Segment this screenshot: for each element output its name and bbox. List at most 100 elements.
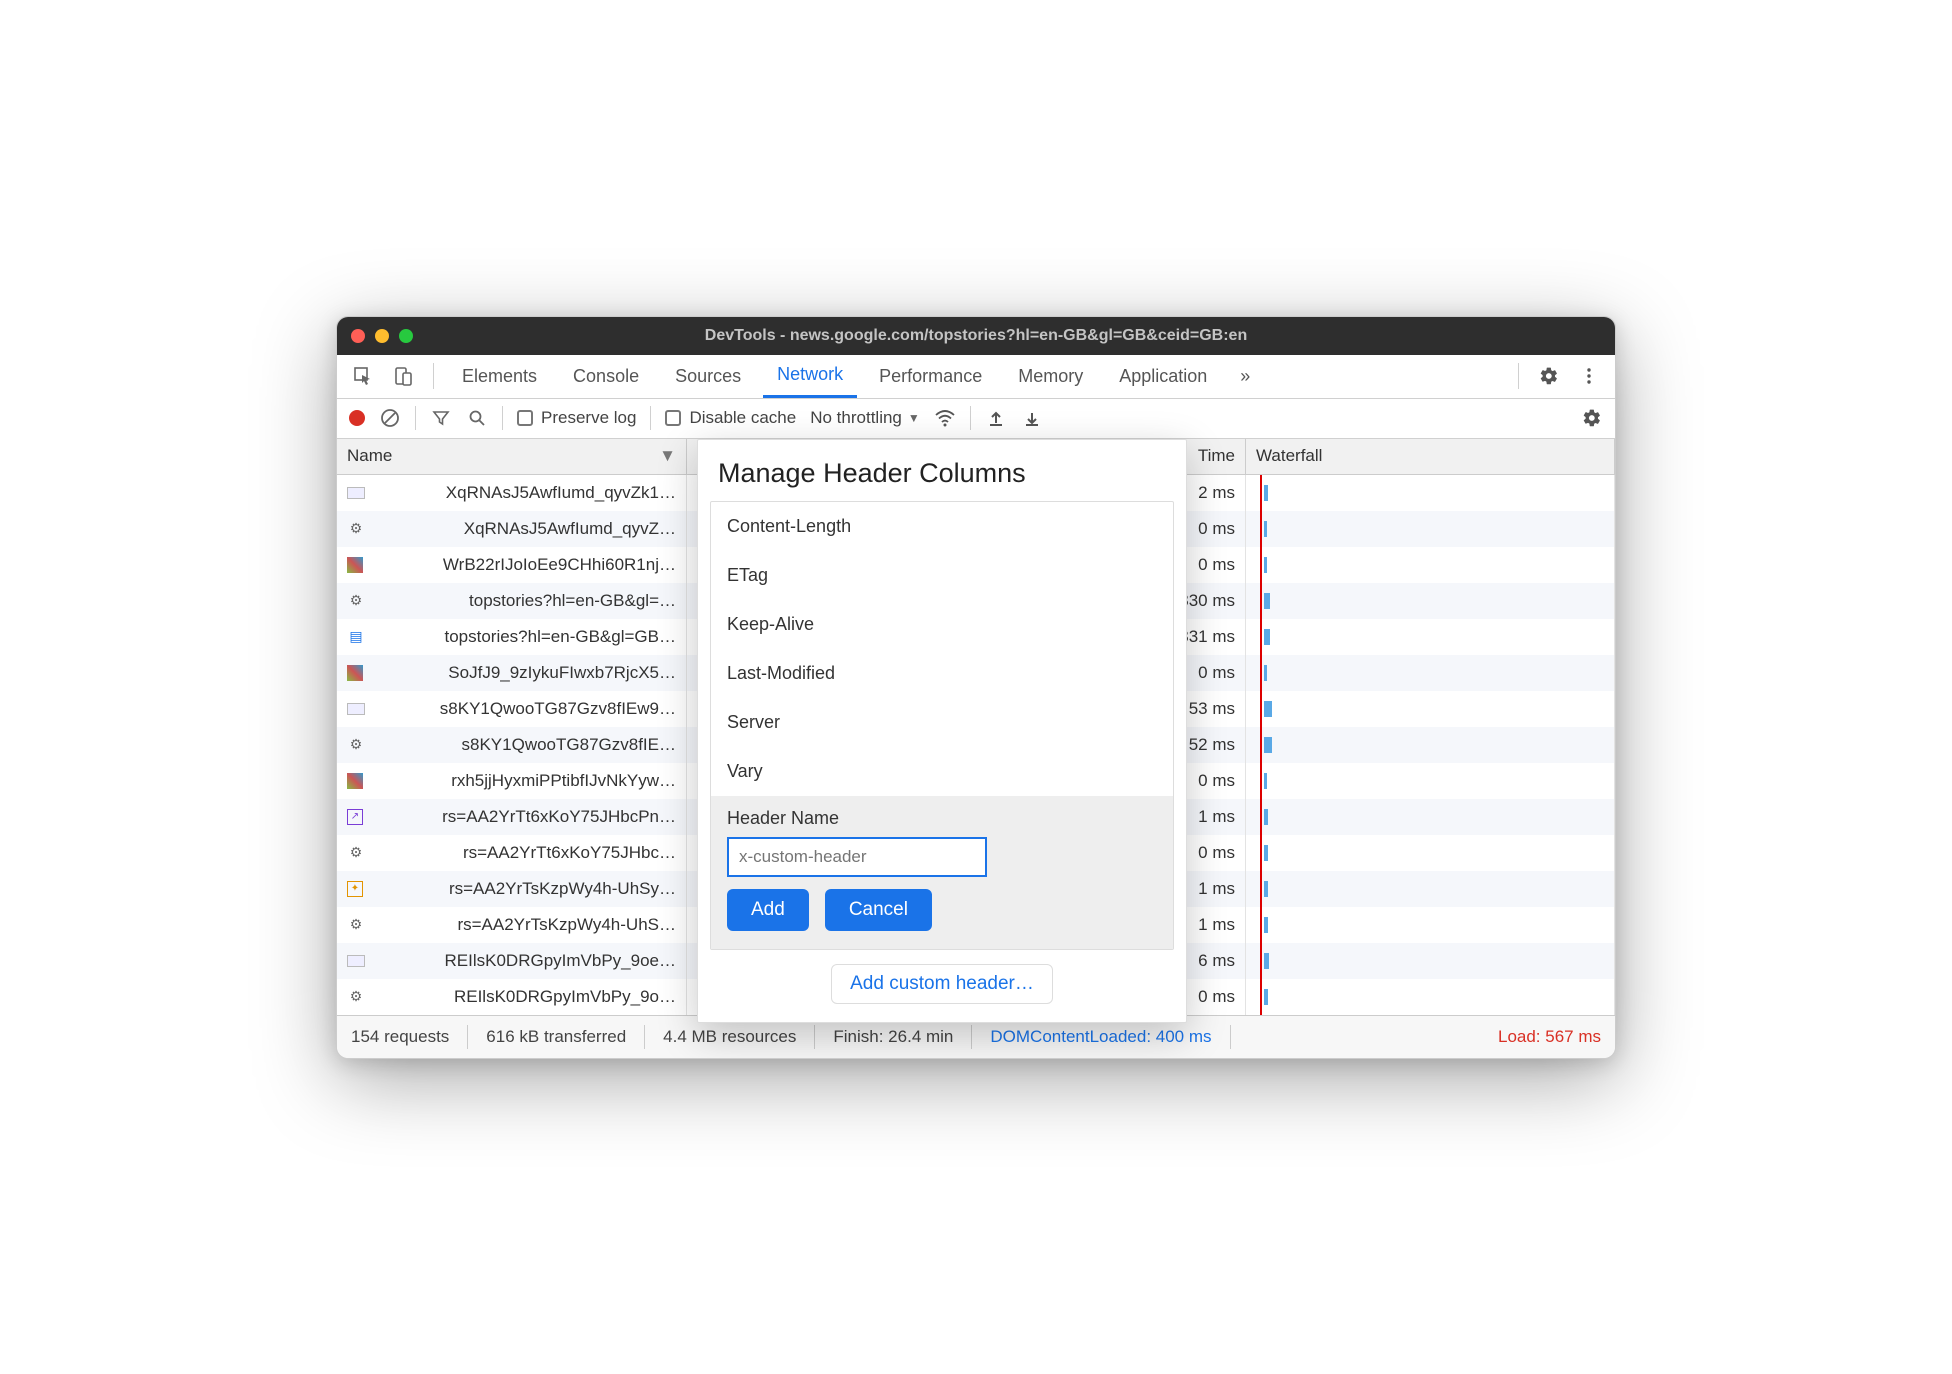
waterfall-marker	[1260, 835, 1262, 871]
preserve-log-label: Preserve log	[541, 408, 636, 428]
separator	[814, 1025, 815, 1049]
request-name: rxh5jjHyxmiPPtibfIJvNkYyw…	[451, 771, 676, 791]
window-title: DevTools - news.google.com/topstories?hl…	[337, 327, 1615, 345]
custom-header-label: Header Name	[727, 808, 1157, 829]
request-time: 6 ms	[1198, 951, 1235, 971]
preserve-log-checkbox[interactable]: Preserve log	[517, 408, 636, 428]
waterfall-marker	[1260, 691, 1262, 727]
cancel-button[interactable]: Cancel	[825, 889, 932, 931]
column-time-label: Time	[1198, 446, 1235, 466]
waterfall-bar	[1264, 845, 1268, 861]
network-settings-icon[interactable]	[1581, 407, 1603, 429]
tab-console[interactable]: Console	[559, 355, 653, 398]
checkbox-icon	[517, 410, 533, 426]
request-time: 330 ms	[1179, 591, 1235, 611]
download-icon[interactable]	[1021, 407, 1043, 429]
throttling-value: No throttling	[810, 408, 902, 428]
waterfall-marker	[1260, 655, 1262, 691]
request-name: XqRNAsJ5AwfIumd_qyvZ…	[464, 519, 676, 539]
separator	[415, 406, 416, 430]
settings-icon[interactable]	[1533, 360, 1565, 392]
close-window-button[interactable]	[351, 329, 365, 343]
waterfall-marker	[1260, 583, 1262, 619]
request-time: 52 ms	[1189, 735, 1235, 755]
separator	[433, 363, 434, 389]
custom-header-input[interactable]	[727, 837, 987, 877]
request-time: 1 ms	[1198, 879, 1235, 899]
status-resources: 4.4 MB resources	[663, 1027, 796, 1047]
inspect-icon[interactable]	[347, 360, 379, 392]
network-toolbar: Preserve log Disable cache No throttling…	[337, 399, 1615, 439]
maximize-window-button[interactable]	[399, 329, 413, 343]
clear-icon[interactable]	[379, 407, 401, 429]
checkbox-icon	[665, 410, 681, 426]
tab-performance[interactable]: Performance	[865, 355, 996, 398]
record-button[interactable]	[349, 410, 365, 426]
disable-cache-checkbox[interactable]: Disable cache	[665, 408, 796, 428]
tab-memory[interactable]: Memory	[1004, 355, 1097, 398]
request-time: 0 ms	[1198, 771, 1235, 791]
tab-sources[interactable]: Sources	[661, 355, 755, 398]
waterfall-marker	[1260, 511, 1262, 547]
waterfall-marker	[1260, 763, 1262, 799]
column-name[interactable]: Name ▼	[337, 439, 687, 474]
request-time: 0 ms	[1198, 987, 1235, 1007]
add-custom-header-link[interactable]: Add custom header…	[831, 964, 1053, 1004]
header-item[interactable]: Keep-Alive	[711, 600, 1173, 649]
chevron-down-icon: ▼	[908, 411, 920, 425]
tab-application[interactable]: Application	[1105, 355, 1221, 398]
tab-network[interactable]: Network	[763, 355, 857, 398]
wifi-icon[interactable]	[934, 407, 956, 429]
main-tabs: Elements Console Sources Network Perform…	[337, 355, 1615, 399]
add-button[interactable]: Add	[727, 889, 809, 931]
separator	[970, 406, 971, 430]
window-controls	[351, 329, 413, 343]
request-name: rs=AA2YrTt6xKoY75JHbc…	[463, 843, 676, 863]
waterfall-bar	[1264, 881, 1268, 897]
waterfall-bar	[1264, 593, 1270, 609]
request-name: XqRNAsJ5AwfIumd_qyvZk1…	[446, 483, 676, 503]
devtools-window: DevTools - news.google.com/topstories?hl…	[336, 316, 1616, 1059]
separator	[650, 406, 651, 430]
upload-icon[interactable]	[985, 407, 1007, 429]
waterfall-marker	[1260, 619, 1262, 655]
request-name: s8KY1QwooTG87Gzv8fIEw9…	[440, 699, 676, 719]
waterfall-bar	[1264, 953, 1269, 969]
waterfall-marker	[1260, 907, 1262, 943]
filter-icon[interactable]	[430, 407, 452, 429]
request-name: topstories?hl=en-GB&gl=GB…	[444, 627, 676, 647]
separator	[1518, 363, 1519, 389]
header-item[interactable]: Server	[711, 698, 1173, 747]
waterfall-marker	[1260, 547, 1262, 583]
waterfall-bar	[1264, 737, 1272, 753]
separator	[1230, 1025, 1231, 1049]
manage-header-columns-popup: Manage Header Columns Content-LengthETag…	[697, 439, 1187, 1023]
device-toggle-icon[interactable]	[387, 360, 419, 392]
column-waterfall[interactable]: Waterfall	[1246, 439, 1615, 474]
header-item[interactable]: Vary	[711, 747, 1173, 796]
more-tabs-icon[interactable]: »	[1229, 360, 1261, 392]
waterfall-bar	[1264, 485, 1268, 501]
header-item[interactable]: ETag	[711, 551, 1173, 600]
header-item[interactable]: Content-Length	[711, 502, 1173, 551]
status-load: Load: 567 ms	[1498, 1027, 1601, 1047]
status-finish: Finish: 26.4 min	[833, 1027, 953, 1047]
tab-elements[interactable]: Elements	[448, 355, 551, 398]
header-item[interactable]: Last-Modified	[711, 649, 1173, 698]
network-grid: Name ▼ St Time Waterfall XqRNAsJ5AwfIumd…	[337, 439, 1615, 1016]
waterfall-marker	[1260, 979, 1262, 1015]
request-name: REIlsK0DRGpyImVbPy_9oe…	[445, 951, 676, 971]
header-list: Content-LengthETagKeep-AliveLast-Modifie…	[710, 501, 1174, 950]
waterfall-bar	[1264, 557, 1267, 573]
request-name: rs=AA2YrTsKzpWy4h-UhS…	[457, 915, 676, 935]
request-name: rs=AA2YrTt6xKoY75JHbcPn…	[442, 807, 676, 827]
request-time: 1 ms	[1198, 807, 1235, 827]
separator	[971, 1025, 972, 1049]
search-icon[interactable]	[466, 407, 488, 429]
kebab-menu-icon[interactable]	[1573, 360, 1605, 392]
minimize-window-button[interactable]	[375, 329, 389, 343]
waterfall-bar	[1264, 773, 1267, 789]
throttling-select[interactable]: No throttling ▼	[810, 408, 920, 428]
waterfall-bar	[1264, 917, 1268, 933]
waterfall-marker	[1260, 943, 1262, 979]
